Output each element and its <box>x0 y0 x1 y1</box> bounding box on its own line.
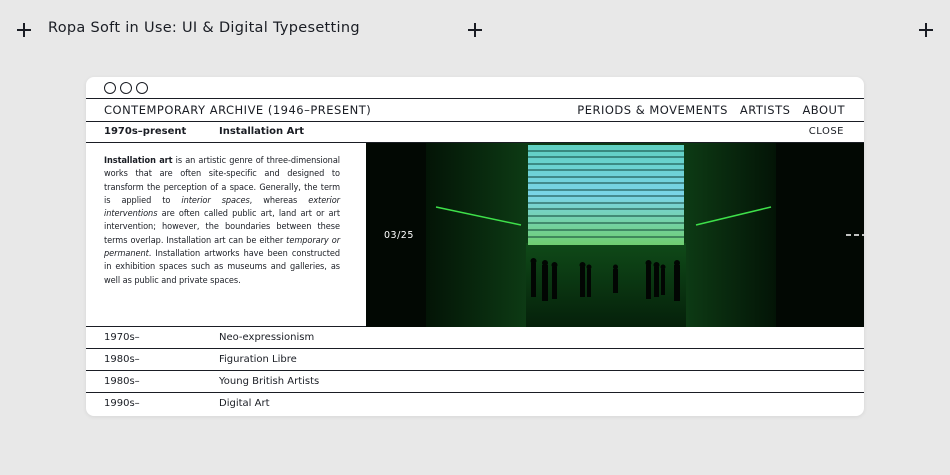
list-item-name: Digital Art <box>219 398 270 409</box>
detail-movement: Installation Art <box>219 126 305 137</box>
list-item-name: Figuration Libre <box>219 354 297 365</box>
list-item-period: 1980s– <box>104 376 140 387</box>
description-term: Installation art <box>104 156 173 166</box>
description-text: , whereas <box>249 195 309 206</box>
window-dot-icon[interactable] <box>120 81 132 94</box>
description-emphasis: interior spaces <box>181 195 250 206</box>
plus-icon <box>468 23 482 37</box>
nav-periods-movements[interactable]: PERIODS & MOVEMENTS <box>577 103 728 117</box>
list-item-name: Young British Artists <box>219 376 320 387</box>
detail-period: 1970s–present <box>104 126 187 137</box>
detail-header: 1970s–present Installation Art CLOSE <box>86 122 864 143</box>
list-item[interactable]: 1980s– Young British Artists <box>86 371 864 393</box>
list-item-name: Neo-expressionism <box>219 332 315 343</box>
movement-description: Installation art is an artistic genre of… <box>104 155 340 288</box>
installation-photo <box>366 143 864 327</box>
site-title[interactable]: CONTEMPORARY ARCHIVE (1946–PRESENT) <box>104 103 371 117</box>
list-item-period: 1990s– <box>104 398 140 409</box>
close-button[interactable]: CLOSE <box>809 126 844 137</box>
image-counter: 03/25 <box>384 230 414 241</box>
plus-icon <box>919 23 933 37</box>
list-item-period: 1980s– <box>104 354 140 365</box>
page-title: Ropa Soft in Use: UI & Digital Typesetti… <box>48 20 360 36</box>
window-dot-icon[interactable] <box>136 81 148 94</box>
image-gallery: 03/25 <box>366 143 864 327</box>
site-nav: CONTEMPORARY ARCHIVE (1946–PRESENT) PERI… <box>86 99 864 122</box>
browser-window: CONTEMPORARY ARCHIVE (1946–PRESENT) PERI… <box>86 77 864 416</box>
window-titlebar <box>86 77 864 99</box>
list-item-period: 1970s– <box>104 332 140 343</box>
detail-content: Installation art is an artistic genre of… <box>86 143 864 327</box>
nav-menu: PERIODS & MOVEMENTS ARTISTS ABOUT <box>577 103 845 117</box>
list-item[interactable]: 1970s– Neo-expressionism <box>86 327 864 349</box>
nav-artists[interactable]: ARTISTS <box>740 103 791 117</box>
plus-icon <box>17 23 31 37</box>
movement-list: 1970s– Neo-expressionism 1980s– Figurati… <box>86 327 864 415</box>
list-item[interactable]: 1980s– Figuration Libre <box>86 349 864 371</box>
window-dot-icon[interactable] <box>104 81 116 94</box>
list-item[interactable]: 1990s– Digital Art <box>86 393 864 415</box>
nav-about[interactable]: ABOUT <box>802 103 845 117</box>
